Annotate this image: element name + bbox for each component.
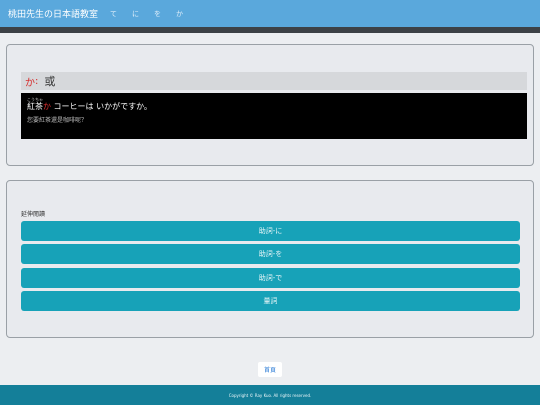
nav-link-ni[interactable]: に: [132, 9, 139, 19]
home-button[interactable]: 首頁: [258, 362, 282, 377]
particle-separator: :: [35, 75, 39, 87]
option-button-de[interactable]: 助詞-で: [21, 268, 520, 288]
option-button-ni[interactable]: 助詞-に: [21, 221, 520, 241]
nav-link-te[interactable]: て: [110, 9, 117, 19]
example-sentence: 紅茶か コーヒーは いかがですか。: [27, 102, 521, 112]
option-button-wo[interactable]: 助詞-を: [21, 244, 520, 264]
option-button-counter[interactable]: 量詞: [21, 291, 520, 311]
question-card: か : 或 こうちゃ 紅茶か コーヒーは いかがですか。 您要紅茶還是咖啡呢？: [6, 44, 534, 166]
further-reading-label: 延伸閱讀: [21, 211, 46, 218]
sentence-translation: 您要紅茶還是咖啡呢？: [27, 117, 88, 124]
header-divider: [0, 27, 540, 33]
further-reading-card: 延伸閱讀 助詞-に 助詞-を 助詞-で 量詞: [6, 180, 534, 338]
top-navbar: 桃田先生の日本語教室 て に を か: [0, 0, 540, 27]
example-sentence-box: こうちゃ 紅茶か コーヒーは いかがですか。 您要紅茶還是咖啡呢？: [21, 93, 527, 139]
sentence-rest: コーヒーは いかがですか。: [51, 102, 152, 111]
particle-meaning: 或: [44, 75, 56, 88]
particle-header: か : 或: [21, 72, 527, 90]
nav-link-wo[interactable]: を: [154, 9, 161, 19]
sentence-word: 紅茶: [27, 102, 43, 111]
copyright-text: Copyright © Ray Kuo. All rights reserved…: [228, 392, 312, 398]
nav-link-ka[interactable]: か: [176, 9, 183, 19]
particle-kana: か: [25, 77, 35, 89]
footer: Copyright © Ray Kuo. All rights reserved…: [0, 385, 540, 405]
site-brand[interactable]: 桃田先生の日本語教室: [8, 7, 98, 20]
sentence-particle: か: [43, 102, 51, 111]
